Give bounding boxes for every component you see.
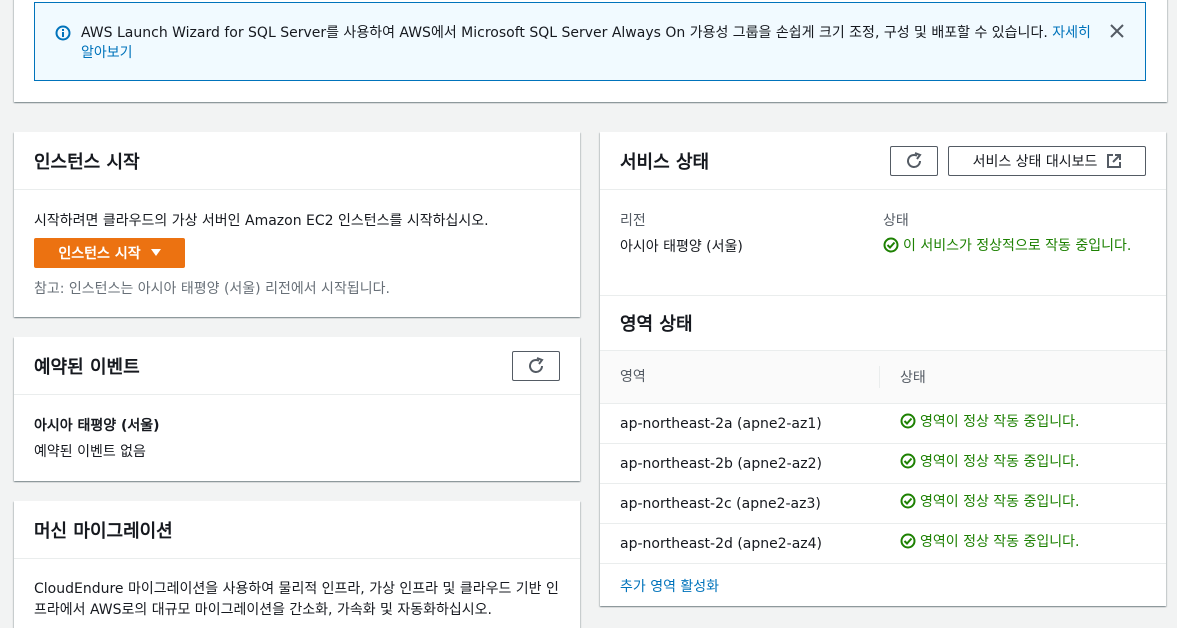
migration-title: 머신 마이그레이션 — [34, 520, 173, 542]
close-icon[interactable] — [1109, 23, 1125, 43]
zone-name: ap-northeast-2b (apne2-az2) — [620, 455, 823, 472]
scheduled-events-panel: 예약된 이벤트 아시아 태평양 (서울) 예약된 이벤트 없음 — [14, 337, 580, 481]
info-icon — [55, 25, 71, 45]
zone-status: 영역이 정상 작동 중입니다. — [880, 452, 1079, 475]
service-status-row: 리전 아시아 태평양 (서울) 상태 이 서비스가 정상적으로 작동 중입니다. — [600, 190, 1166, 295]
caret-down-icon — [150, 245, 161, 261]
check-circle-icon — [883, 237, 899, 259]
enable-zones-link[interactable]: 추가 영역 활성화 — [600, 564, 1166, 608]
migration-text: CloudEndure 마이그레이션을 사용하여 물리적 인프라, 가상 인프라… — [34, 581, 559, 618]
table-row: ap-northeast-2d (apne2-az4) 영역이 정상 작동 중입… — [600, 524, 1166, 564]
check-circle-icon — [900, 413, 916, 435]
table-row: ap-northeast-2b (apne2-az2) 영역이 정상 작동 중입… — [600, 444, 1166, 484]
zone-status-text: 영역이 정상 작동 중입니다. — [920, 454, 1080, 470]
launch-instance-panel: 인스턴스 시작 시작하려면 클라우드의 가상 서버인 Amazon EC2 인스… — [14, 132, 580, 317]
alert-text: AWS Launch Wizard for SQL Server를 사용하여 A… — [81, 25, 1053, 41]
events-refresh-button[interactable] — [512, 350, 560, 381]
zone-name: ap-northeast-2c (apne2-az3) — [620, 495, 821, 512]
dashboard-button-label: 서비스 상태 대시보드 — [972, 153, 1098, 170]
migration-header: 머신 마이그레이션 — [14, 501, 580, 559]
launch-header: 인스턴스 시작 — [14, 132, 580, 190]
table-row: ap-northeast-2a (apne2-az1) 영역이 정상 작동 중입… — [600, 404, 1166, 444]
check-circle-icon — [900, 493, 916, 515]
service-status-text: 이 서비스가 정상적으로 작동 중입니다. — [903, 238, 1132, 254]
zone-name: ap-northeast-2a (apne2-az1) — [620, 415, 822, 432]
zone-column-header: 영역 — [600, 366, 880, 388]
status-label: 상태 — [883, 213, 909, 229]
zone-status: 영역이 정상 작동 중입니다. — [880, 532, 1079, 555]
service-health-panel: 서비스 상태 서비스 상태 대시보드 리전 아시아 태평양 (서울) 상태 이 … — [600, 132, 1166, 606]
health-header: 서비스 상태 서비스 상태 대시보드 — [600, 132, 1166, 190]
zone-status: 영역이 정상 작동 중입니다. — [880, 412, 1079, 435]
service-status: 이 서비스가 정상적으로 작동 중입니다. — [883, 236, 1146, 259]
events-empty-text: 예약된 이벤트 없음 — [34, 444, 146, 460]
zone-table: 영역 상태 ap-northeast-2a (apne2-az1) 영역이 정상… — [600, 350, 1166, 564]
health-title: 서비스 상태 — [620, 151, 710, 173]
health-dashboard-button[interactable]: 서비스 상태 대시보드 — [948, 145, 1146, 176]
launch-description: 시작하려면 클라우드의 가상 서버인 Amazon EC2 인스턴스를 시작하십… — [34, 213, 489, 229]
launch-instance-button[interactable]: 인스턴스 시작 — [34, 238, 185, 268]
zone-status-text: 영역이 정상 작동 중입니다. — [920, 414, 1080, 430]
status-column-header: 상태 — [900, 370, 926, 386]
check-circle-icon — [900, 533, 916, 555]
zone-title: 영역 상태 — [620, 314, 693, 335]
events-title: 예약된 이벤트 — [34, 356, 140, 378]
zone-status: 영역이 정상 작동 중입니다. — [880, 492, 1079, 515]
health-refresh-button[interactable] — [890, 145, 938, 176]
refresh-icon — [905, 151, 923, 170]
launch-title: 인스턴스 시작 — [34, 151, 140, 173]
external-link-icon — [1107, 153, 1122, 168]
launch-button-label: 인스턴스 시작 — [58, 246, 141, 262]
migration-panel: 머신 마이그레이션 CloudEndure 마이그레이션을 사용하여 물리적 인… — [14, 501, 580, 628]
zone-table-header: 영역 상태 — [600, 350, 1166, 404]
events-header: 예약된 이벤트 — [14, 337, 580, 395]
zone-status-header: 영역 상태 — [600, 295, 1166, 350]
top-banner-container: AWS Launch Wizard for SQL Server를 사용하여 A… — [14, 0, 1167, 102]
info-alert: AWS Launch Wizard for SQL Server를 사용하여 A… — [34, 2, 1146, 81]
refresh-icon — [527, 356, 545, 375]
zone-status-text: 영역이 정상 작동 중입니다. — [920, 494, 1080, 510]
check-circle-icon — [900, 453, 916, 475]
zone-name: ap-northeast-2d (apne2-az4) — [620, 535, 823, 552]
table-row: ap-northeast-2c (apne2-az3) 영역이 정상 작동 중입… — [600, 484, 1166, 524]
region-label: 리전 — [620, 213, 646, 229]
events-region: 아시아 태평양 (서울) — [34, 418, 160, 434]
zone-status-text: 영역이 정상 작동 중입니다. — [920, 534, 1080, 550]
region-value: 아시아 태평양 (서울) — [620, 239, 743, 255]
alert-message: AWS Launch Wizard for SQL Server를 사용하여 A… — [81, 23, 1101, 63]
launch-note: 참고: 인스턴스는 아시아 태평양 (서울) 리전에서 시작됩니다. — [34, 281, 390, 297]
